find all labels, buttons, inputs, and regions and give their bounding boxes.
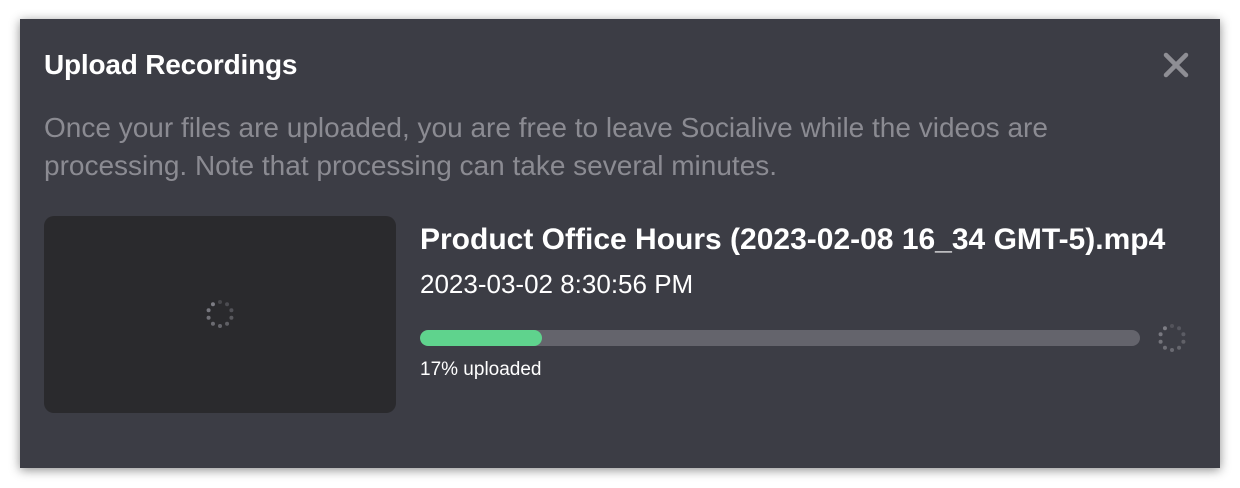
loading-spinner-icon [206, 300, 234, 328]
upload-progress-label: 17% uploaded [420, 359, 542, 380]
dialog-description: Once your files are uploaded, you are fr… [44, 112, 1048, 181]
video-thumbnail [44, 216, 396, 413]
upload-recordings-dialog: Upload Recordings Once your files are up… [20, 19, 1220, 468]
upload-progress-bar [420, 330, 1140, 346]
file-name: Product Office Hours (2023-02-08 16_34 G… [420, 223, 1166, 256]
upload-progress-fill [420, 330, 543, 346]
close-button[interactable] [1160, 49, 1192, 81]
dialog-title: Upload Recordings [44, 49, 298, 80]
loading-spinner-icon [1158, 324, 1186, 352]
close-icon [1163, 52, 1189, 78]
upload-date: 2023-03-02 8:30:56 PM [420, 269, 694, 299]
